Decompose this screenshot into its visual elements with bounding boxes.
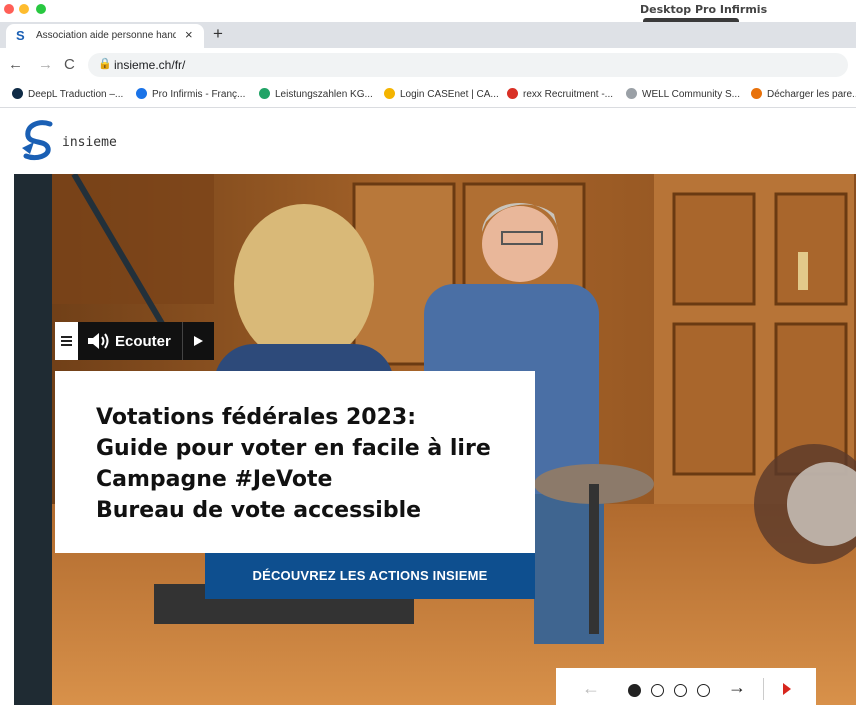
bookmark-rexx[interactable]: rexx Recruitment -... <box>507 88 613 100</box>
bookmark-label: Leistungszahlen KG... <box>275 89 373 100</box>
pro-infirmis-icon <box>136 88 147 99</box>
bookmark-label: Pro Infirmis - Franç... <box>152 89 246 100</box>
listen-label: Ecouter <box>115 333 171 350</box>
reload-icon[interactable]: C <box>64 56 75 73</box>
bookmark-deepl[interactable]: DeepL Traduction –... <box>12 88 123 100</box>
bookmark-casenet[interactable]: Login CASEnet | CA... <box>384 88 499 100</box>
window-title: Desktop Pro Infirmis <box>640 3 768 16</box>
browser-toolbar: ← → C 🔒 insieme.ch/fr/ <box>0 48 856 82</box>
slider-controls: ← → <box>556 668 816 710</box>
lock-icon[interactable]: 🔒 <box>98 57 112 70</box>
logo-text[interactable]: insieme <box>62 135 117 150</box>
next-arrow-icon[interactable]: → <box>728 677 746 698</box>
insieme-logo-icon[interactable] <box>20 118 60 167</box>
new-tab-button[interactable]: + <box>213 24 223 44</box>
menu-icon[interactable] <box>55 322 78 360</box>
maximize-window-button[interactable] <box>36 4 46 14</box>
hero-headline-2: Guide pour voter en facile à lire <box>96 436 491 461</box>
minimize-window-button[interactable] <box>19 4 29 14</box>
slide-dot-2[interactable] <box>651 684 664 697</box>
play-icon <box>194 336 203 346</box>
bookmark-label: Login CASEnet | CA... <box>400 89 499 100</box>
slide-dot-1[interactable] <box>628 684 641 697</box>
slide-dot-4[interactable] <box>697 684 710 697</box>
bookmark-label: WELL Community S... <box>642 89 740 100</box>
listen-button[interactable]: Ecouter <box>78 322 182 360</box>
bookmark-well[interactable]: WELL Community S... <box>626 88 740 100</box>
tab-strip: S Association aide personne handicapée ×… <box>0 22 856 48</box>
bookmark-decharger[interactable]: Décharger les pare... <box>751 88 856 100</box>
close-window-button[interactable] <box>4 4 14 14</box>
bookmark-label: rexx Recruitment -... <box>523 89 614 100</box>
hero-card: Votations fédérales 2023: Guide pour vot… <box>55 371 535 553</box>
deepl-icon <box>12 88 23 99</box>
bookmarks-bar: DeepL Traduction –... Pro Infirmis - Fra… <box>0 82 856 108</box>
slider-divider <box>763 678 764 700</box>
rexx-icon <box>507 88 518 99</box>
speaker-icon <box>88 333 109 349</box>
bookmark-label: DeepL Traduction –... <box>28 89 124 100</box>
previous-arrow-icon[interactable]: ← <box>582 678 600 699</box>
decharger-icon <box>751 88 762 99</box>
well-icon <box>626 88 637 99</box>
hero-headline-3: Campagne #JeVote <box>96 467 333 492</box>
bookmark-pro-infirmis[interactable]: Pro Infirmis - Franç... <box>136 88 245 100</box>
tab-title: Association aide personne handicapée <box>36 30 176 41</box>
slide-dot-3[interactable] <box>674 684 687 697</box>
site-header: insieme <box>14 110 856 174</box>
back-arrow-icon[interactable]: ← <box>8 56 23 73</box>
address-bar[interactable]: 🔒 insieme.ch/fr/ <box>88 53 848 77</box>
bookmark-leistungszahlen[interactable]: Leistungszahlen KG... <box>259 88 373 100</box>
discover-actions-button[interactable]: DÉCOUVREZ LES ACTIONS INSIEME <box>205 553 535 599</box>
hero-headline-4: Bureau de vote accessible <box>96 498 422 523</box>
casenet-icon <box>384 88 395 99</box>
insieme-favicon-icon: S <box>16 28 25 43</box>
forward-arrow-icon[interactable]: → <box>38 56 53 73</box>
leistungszahlen-icon <box>259 88 270 99</box>
hero-headline-1: Votations fédérales 2023: <box>96 405 416 430</box>
url-text[interactable]: insieme.ch/fr/ <box>114 58 185 72</box>
page-left-edge <box>0 110 14 705</box>
tab-insieme[interactable]: S Association aide personne handicapée × <box>6 24 204 48</box>
bookmark-label: Décharger les pare... <box>767 89 856 100</box>
play-button[interactable] <box>182 322 214 360</box>
text-to-speech-bar: Ecouter <box>55 322 214 360</box>
close-icon[interactable]: × <box>185 27 193 42</box>
autoplay-icon[interactable] <box>783 683 791 695</box>
